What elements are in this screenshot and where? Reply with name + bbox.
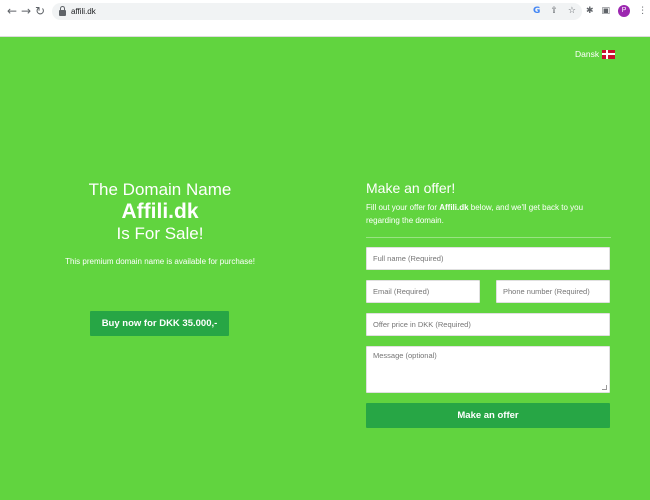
message-placeholder: Message (optional): [373, 351, 437, 360]
hero-line-1: The Domain Name: [88, 180, 232, 199]
offer-price-input[interactable]: Offer price in DKK (Required): [366, 313, 610, 336]
full-name-placeholder: Full name (Required): [373, 254, 444, 263]
bookmark-star-icon[interactable]: ☆: [568, 5, 576, 18]
message-textarea[interactable]: Message (optional): [366, 346, 610, 393]
make-offer-button[interactable]: Make an offer: [366, 403, 610, 428]
buy-now-button[interactable]: Buy now for DKK 35.000,-: [90, 311, 229, 336]
back-arrow-icon[interactable]: ←: [5, 4, 19, 18]
language-selector[interactable]: Dansk: [575, 49, 616, 59]
phone-input[interactable]: Phone number (Required): [496, 280, 610, 303]
email-placeholder: Email (Required): [373, 287, 430, 296]
danish-flag-icon[interactable]: [602, 49, 616, 59]
phone-placeholder: Phone number (Required): [503, 287, 590, 296]
email-input[interactable]: Email (Required): [366, 280, 480, 303]
offer-desc-prefix: Fill out your offer for: [366, 203, 440, 212]
address-bar[interactable]: affili.dk G ⇪ ☆: [52, 3, 582, 20]
lock-icon[interactable]: [58, 6, 67, 17]
reload-icon[interactable]: ↻: [33, 4, 47, 18]
hero-line-3: Is For Sale!: [116, 224, 204, 243]
offer-desc-domain: Affili.dk: [439, 203, 469, 212]
language-label[interactable]: Dansk: [575, 49, 599, 59]
hero-subtitle: This premium domain name is available fo…: [65, 257, 255, 266]
extensions-puzzle-icon[interactable]: ✱: [586, 6, 594, 16]
offer-description: Fill out your offer for Affili.dk below,…: [366, 202, 611, 227]
hero-section: The Domain Name Affili.dk Is For Sale! T…: [40, 180, 280, 268]
full-name-input[interactable]: Full name (Required): [366, 247, 610, 270]
menu-dots-icon[interactable]: ⋮: [638, 6, 647, 16]
url-text[interactable]: affili.dk: [71, 5, 96, 18]
resize-handle-icon[interactable]: [602, 385, 607, 390]
google-translate-icon[interactable]: G: [533, 5, 540, 18]
profile-avatar[interactable]: P: [618, 5, 631, 17]
share-icon[interactable]: ⇪: [550, 5, 558, 18]
divider: [366, 237, 611, 238]
offer-price-placeholder: Offer price in DKK (Required): [373, 320, 471, 329]
forward-arrow-icon[interactable]: →: [19, 4, 33, 18]
hero-domain: Affili.dk: [121, 200, 199, 223]
browser-toolbar: ← → ↻ affili.dk G ⇪ ☆ ✱ ▣ P ⋮: [0, 0, 650, 37]
offer-title: Make an offer!: [366, 180, 456, 196]
side-panel-icon[interactable]: ▣: [602, 6, 611, 16]
